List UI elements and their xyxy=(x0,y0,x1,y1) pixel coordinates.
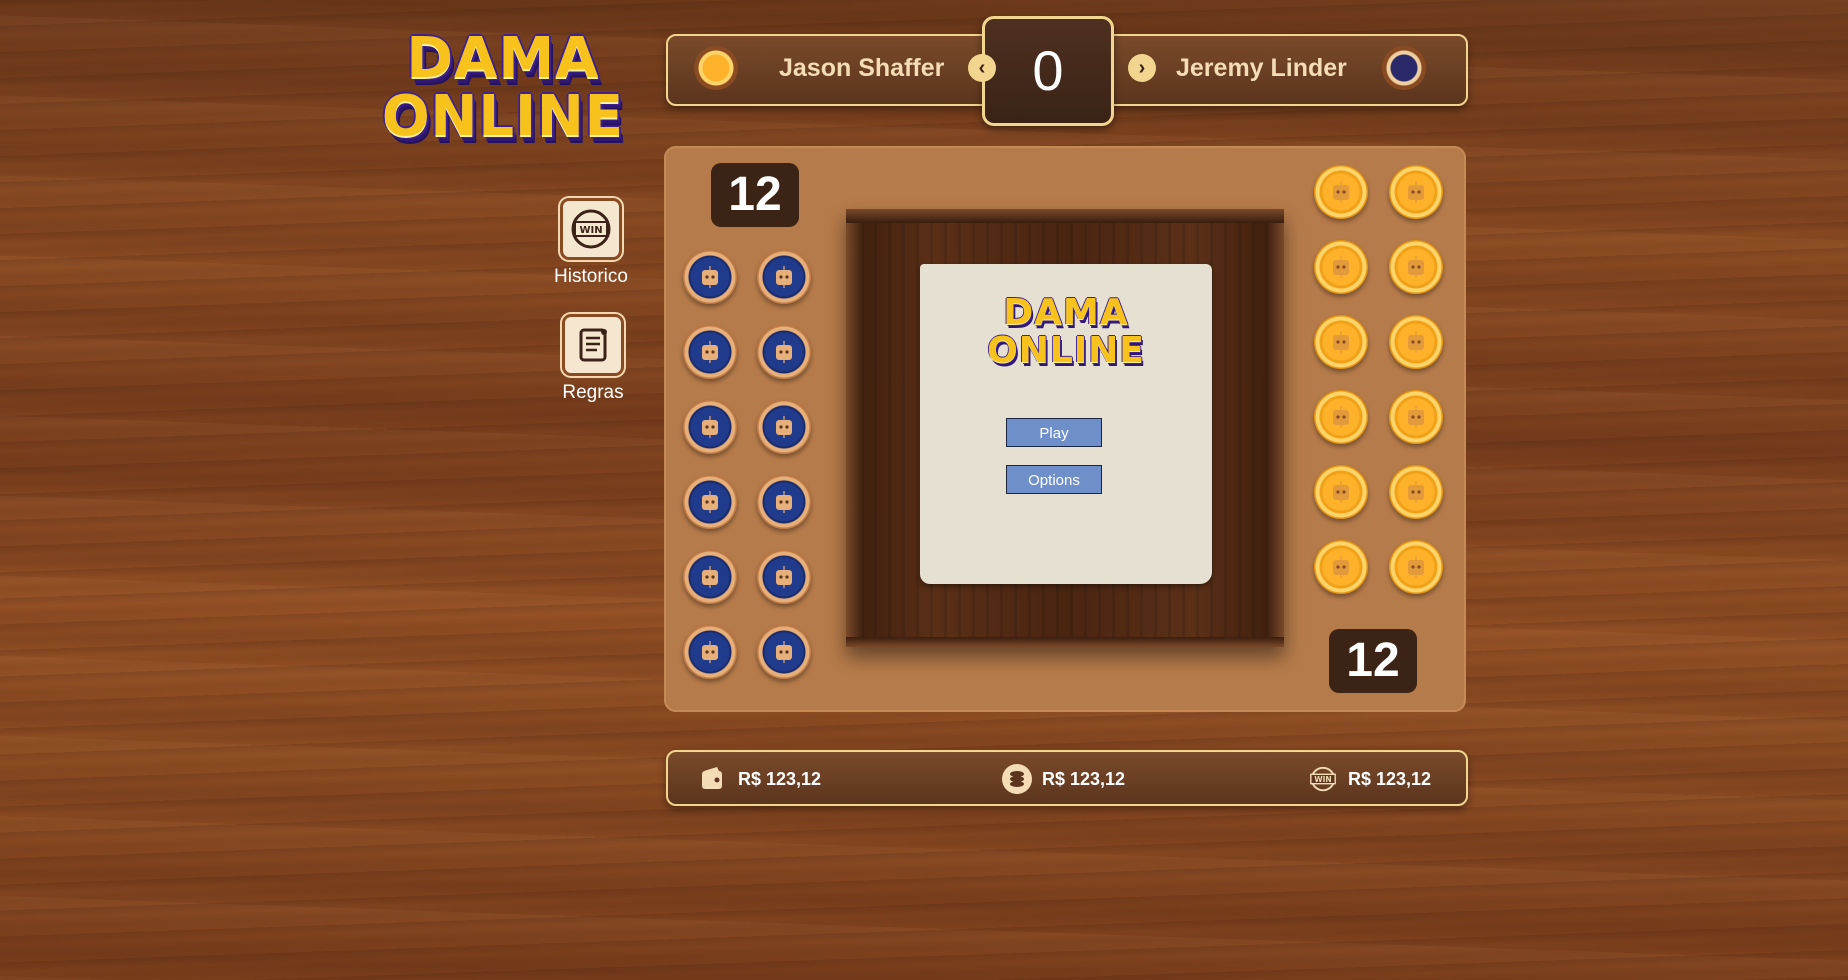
blue-piece xyxy=(683,550,737,604)
logo-line-1: DAMA xyxy=(406,26,600,91)
regras-label: Regras xyxy=(562,382,624,403)
historico-label: Historico xyxy=(554,266,628,287)
paper-logo-line-1: DAMA xyxy=(1003,292,1129,333)
next-arrow-icon[interactable]: › xyxy=(1128,54,1156,82)
balance-winnings-value: R$ 123,12 xyxy=(1348,768,1432,789)
blue-piece xyxy=(683,325,737,379)
paper-logo: DAMA ONLINE xyxy=(920,294,1212,370)
gold-piece xyxy=(1314,465,1368,519)
menu-paper: DAMA ONLINE Play Options xyxy=(920,264,1212,584)
board-frame-top xyxy=(846,209,1284,223)
right-piece-count: 12 xyxy=(1329,629,1417,693)
blue-piece xyxy=(757,475,811,529)
gold-piece xyxy=(1314,240,1368,294)
gold-piece xyxy=(1389,540,1443,594)
blue-piece xyxy=(683,250,737,304)
wallet-icon xyxy=(698,764,728,794)
gold-piece xyxy=(1389,165,1443,219)
player2-avatar-icon xyxy=(1382,46,1426,90)
scroll-rules-icon xyxy=(562,314,624,376)
paper-logo-line-2: ONLINE xyxy=(987,330,1145,371)
gold-piece xyxy=(1389,315,1443,369)
historico-button[interactable]: WIN Historico xyxy=(546,198,636,288)
gold-piece xyxy=(1389,240,1443,294)
left-piece-count: 12 xyxy=(711,163,799,227)
win-badge-icon: WIN xyxy=(560,198,622,260)
blue-piece xyxy=(757,625,811,679)
board-frame-right xyxy=(1266,209,1284,647)
balance-coins-value: R$ 123,12 xyxy=(1042,768,1126,789)
balance-wallet: R$ 123,12 xyxy=(698,764,821,794)
player1-avatar-icon xyxy=(694,46,738,90)
gold-piece xyxy=(1314,540,1368,594)
blue-piece xyxy=(683,475,737,529)
balance-winnings: WIN R$ 123,12 xyxy=(1308,764,1431,794)
player1-name: Jason Shaffer xyxy=(779,54,945,82)
blue-piece xyxy=(683,625,737,679)
coin-stack-icon xyxy=(1002,764,1032,794)
balance-footer: R$ 123,12 R$ 123,12 WIN R$ 123,12 xyxy=(666,750,1468,806)
regras-button[interactable]: Regras xyxy=(548,314,638,404)
options-button[interactable]: Options xyxy=(1006,465,1102,494)
board-frame-left xyxy=(846,209,864,647)
gold-piece xyxy=(1314,390,1368,444)
win-badge-icon: WIN xyxy=(1308,764,1338,794)
gold-piece xyxy=(1314,315,1368,369)
score-display: 0 xyxy=(982,16,1114,126)
balance-wallet-value: R$ 123,12 xyxy=(738,768,822,789)
board-frame-bottom xyxy=(846,637,1284,647)
blue-piece xyxy=(757,325,811,379)
prev-arrow-icon[interactable]: ‹ xyxy=(968,54,996,82)
blue-piece xyxy=(757,400,811,454)
play-button[interactable]: Play xyxy=(1006,418,1102,447)
blue-piece xyxy=(757,550,811,604)
gold-piece xyxy=(1389,390,1443,444)
player2-name: Jeremy Linder xyxy=(1176,54,1347,82)
gold-piece xyxy=(1389,465,1443,519)
logo-line-2: ONLINE xyxy=(381,84,625,149)
balance-coins: R$ 123,12 xyxy=(1002,764,1125,794)
game-logo: DAMA ONLINE xyxy=(380,30,626,170)
svg-text:WIN: WIN xyxy=(579,225,602,236)
svg-text:WIN: WIN xyxy=(1314,775,1331,784)
blue-piece xyxy=(683,400,737,454)
gold-piece xyxy=(1314,165,1368,219)
blue-piece xyxy=(757,250,811,304)
